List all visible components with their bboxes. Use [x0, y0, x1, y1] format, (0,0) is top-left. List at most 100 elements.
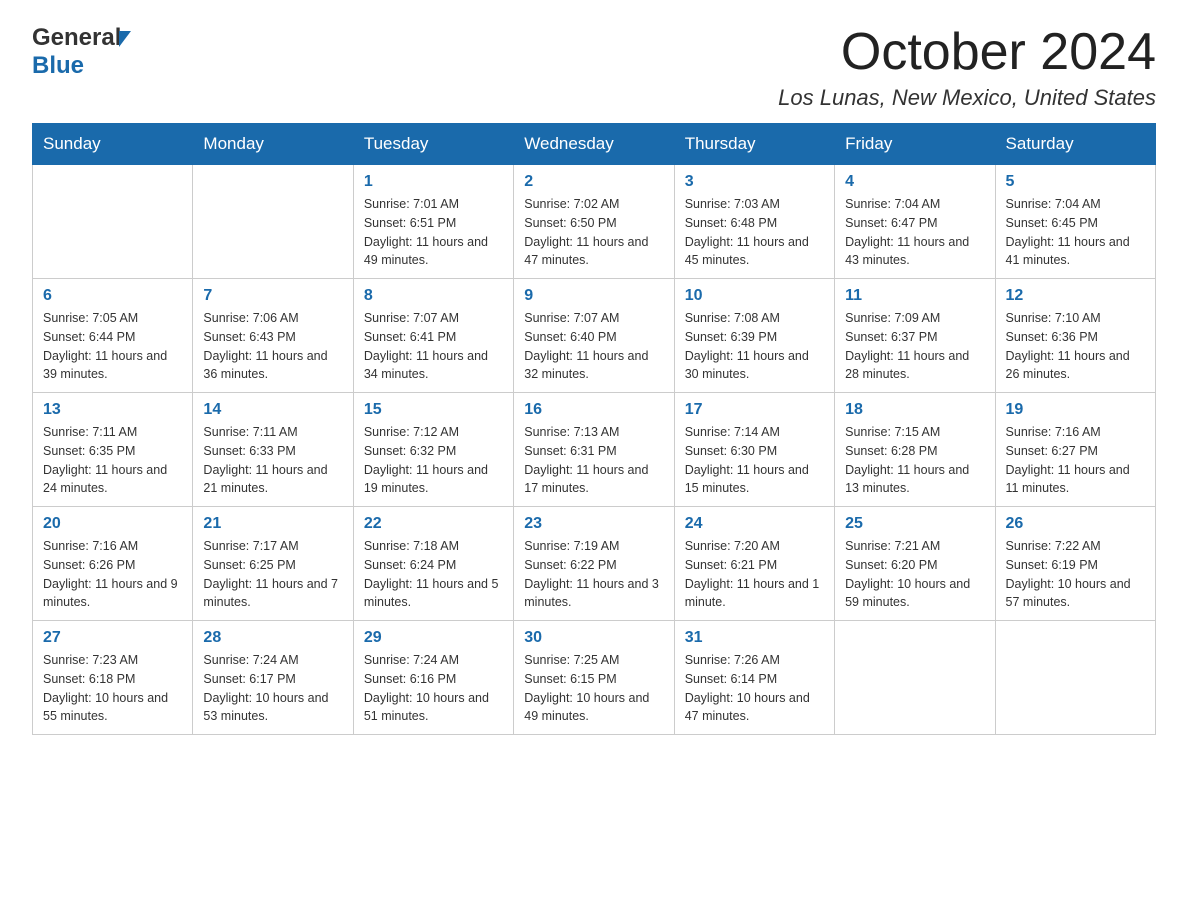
day-number: 9	[524, 287, 663, 305]
col-monday: Monday	[193, 124, 353, 165]
day-info: Sunrise: 7:15 AM Sunset: 6:28 PM Dayligh…	[845, 423, 984, 498]
day-number: 10	[685, 287, 824, 305]
day-number: 20	[43, 515, 182, 533]
day-number: 30	[524, 629, 663, 647]
calendar-cell: 16 Sunrise: 7:13 AM Sunset: 6:31 PM Dayli…	[514, 393, 674, 507]
day-info: Sunrise: 7:26 AM Sunset: 6:14 PM Dayligh…	[685, 651, 824, 726]
day-number: 16	[524, 401, 663, 419]
day-info: Sunrise: 7:23 AM Sunset: 6:18 PM Dayligh…	[43, 651, 182, 726]
calendar-cell: 1 Sunrise: 7:01 AM Sunset: 6:51 PM Daylig…	[353, 165, 513, 279]
logo-blue-text: Blue	[32, 52, 84, 79]
calendar-cell: 5 Sunrise: 7:04 AM Sunset: 6:45 PM Daylig…	[995, 165, 1155, 279]
day-info: Sunrise: 7:16 AM Sunset: 6:27 PM Dayligh…	[1006, 423, 1145, 498]
calendar-cell: 6 Sunrise: 7:05 AM Sunset: 6:44 PM Daylig…	[33, 279, 193, 393]
day-number: 21	[203, 515, 342, 533]
calendar-cell: 14Sunrise: 7:11 AM Sunset: 6:33 PM Dayli…	[193, 393, 353, 507]
calendar-cell: 27 Sunrise: 7:23 AM Sunset: 6:18 PM Dayli…	[33, 621, 193, 735]
day-number: 26	[1006, 515, 1145, 533]
calendar-cell	[33, 165, 193, 279]
calendar-week-row-1: 1 Sunrise: 7:01 AM Sunset: 6:51 PM Daylig…	[33, 165, 1156, 279]
day-number: 7	[203, 287, 342, 305]
calendar-cell: 24Sunrise: 7:20 AM Sunset: 6:21 PM Dayli…	[674, 507, 834, 621]
day-number: 6	[43, 287, 182, 305]
day-number: 12	[1006, 287, 1145, 305]
day-number: 2	[524, 173, 663, 191]
day-info: Sunrise: 7:24 AM Sunset: 6:17 PM Dayligh…	[203, 651, 342, 726]
day-number: 3	[685, 173, 824, 191]
calendar-cell: 29 Sunrise: 7:24 AM Sunset: 6:16 PM Dayli…	[353, 621, 513, 735]
calendar-cell: 15Sunrise: 7:12 AM Sunset: 6:32 PM Dayli…	[353, 393, 513, 507]
calendar-cell: 12 Sunrise: 7:10 AM Sunset: 6:36 PM Dayli…	[995, 279, 1155, 393]
day-info: Sunrise: 7:14 AM Sunset: 6:30 PM Dayligh…	[685, 423, 824, 498]
calendar-cell: 19 Sunrise: 7:16 AM Sunset: 6:27 PM Dayli…	[995, 393, 1155, 507]
calendar-cell: 7 Sunrise: 7:06 AM Sunset: 6:43 PM Daylig…	[193, 279, 353, 393]
day-info: Sunrise: 7:08 AM Sunset: 6:39 PM Dayligh…	[685, 309, 824, 384]
day-info: Sunrise: 7:13 AM Sunset: 6:31 PM Dayligh…	[524, 423, 663, 498]
calendar-cell	[835, 621, 995, 735]
day-info: Sunrise: 7:04 AM Sunset: 6:45 PM Dayligh…	[1006, 195, 1145, 270]
day-info: Sunrise: 7:02 AM Sunset: 6:50 PM Dayligh…	[524, 195, 663, 270]
day-info: Sunrise: 7:20 AM Sunset: 6:21 PM Dayligh…	[685, 537, 824, 612]
calendar-cell: 31 Sunrise: 7:26 AM Sunset: 6:14 PM Dayli…	[674, 621, 834, 735]
day-number: 31	[685, 629, 824, 647]
day-number: 15	[364, 401, 503, 419]
day-info: Sunrise: 7:24 AM Sunset: 6:16 PM Dayligh…	[364, 651, 503, 726]
calendar-week-row-5: 27 Sunrise: 7:23 AM Sunset: 6:18 PM Dayli…	[33, 621, 1156, 735]
calendar-cell: 22Sunrise: 7:18 AM Sunset: 6:24 PM Dayli…	[353, 507, 513, 621]
calendar-cell: 25 Sunrise: 7:21 AM Sunset: 6:20 PM Dayli…	[835, 507, 995, 621]
calendar-week-row-3: 13Sunrise: 7:11 AM Sunset: 6:35 PM Dayli…	[33, 393, 1156, 507]
calendar-header-row: Sunday Monday Tuesday Wednesday Thursday…	[33, 124, 1156, 165]
day-info: Sunrise: 7:11 AM Sunset: 6:33 PM Dayligh…	[203, 423, 342, 498]
location-title: Los Lunas, New Mexico, United States	[778, 85, 1156, 111]
day-info: Sunrise: 7:07 AM Sunset: 6:41 PM Dayligh…	[364, 309, 503, 384]
calendar-cell: 3 Sunrise: 7:03 AM Sunset: 6:48 PM Daylig…	[674, 165, 834, 279]
day-info: Sunrise: 7:10 AM Sunset: 6:36 PM Dayligh…	[1006, 309, 1145, 384]
day-info: Sunrise: 7:09 AM Sunset: 6:37 PM Dayligh…	[845, 309, 984, 384]
calendar-table: Sunday Monday Tuesday Wednesday Thursday…	[32, 123, 1156, 735]
day-number: 17	[685, 401, 824, 419]
day-info: Sunrise: 7:04 AM Sunset: 6:47 PM Dayligh…	[845, 195, 984, 270]
calendar-cell: 13Sunrise: 7:11 AM Sunset: 6:35 PM Dayli…	[33, 393, 193, 507]
calendar-cell: 21 Sunrise: 7:17 AM Sunset: 6:25 PM Dayli…	[193, 507, 353, 621]
day-info: Sunrise: 7:25 AM Sunset: 6:15 PM Dayligh…	[524, 651, 663, 726]
logo: General Blue	[32, 24, 131, 80]
title-area: October 2024 Los Lunas, New Mexico, Unit…	[778, 24, 1156, 111]
day-info: Sunrise: 7:17 AM Sunset: 6:25 PM Dayligh…	[203, 537, 342, 612]
col-saturday: Saturday	[995, 124, 1155, 165]
day-number: 28	[203, 629, 342, 647]
day-number: 13	[43, 401, 182, 419]
day-info: Sunrise: 7:01 AM Sunset: 6:51 PM Dayligh…	[364, 195, 503, 270]
col-wednesday: Wednesday	[514, 124, 674, 165]
day-info: Sunrise: 7:05 AM Sunset: 6:44 PM Dayligh…	[43, 309, 182, 384]
calendar-cell	[193, 165, 353, 279]
calendar-cell: 11Sunrise: 7:09 AM Sunset: 6:37 PM Dayli…	[835, 279, 995, 393]
day-number: 25	[845, 515, 984, 533]
calendar-cell: 26 Sunrise: 7:22 AM Sunset: 6:19 PM Dayli…	[995, 507, 1155, 621]
day-info: Sunrise: 7:03 AM Sunset: 6:48 PM Dayligh…	[685, 195, 824, 270]
calendar-cell: 23Sunrise: 7:19 AM Sunset: 6:22 PM Dayli…	[514, 507, 674, 621]
day-number: 1	[364, 173, 503, 191]
calendar-cell: 20Sunrise: 7:16 AM Sunset: 6:26 PM Dayli…	[33, 507, 193, 621]
calendar-cell: 18Sunrise: 7:15 AM Sunset: 6:28 PM Dayli…	[835, 393, 995, 507]
day-number: 27	[43, 629, 182, 647]
day-number: 5	[1006, 173, 1145, 191]
day-info: Sunrise: 7:06 AM Sunset: 6:43 PM Dayligh…	[203, 309, 342, 384]
calendar-cell: 17 Sunrise: 7:14 AM Sunset: 6:30 PM Dayli…	[674, 393, 834, 507]
calendar-week-row-4: 20Sunrise: 7:16 AM Sunset: 6:26 PM Dayli…	[33, 507, 1156, 621]
day-number: 29	[364, 629, 503, 647]
calendar-cell: 2 Sunrise: 7:02 AM Sunset: 6:50 PM Daylig…	[514, 165, 674, 279]
calendar-cell: 30 Sunrise: 7:25 AM Sunset: 6:15 PM Dayli…	[514, 621, 674, 735]
col-tuesday: Tuesday	[353, 124, 513, 165]
day-info: Sunrise: 7:21 AM Sunset: 6:20 PM Dayligh…	[845, 537, 984, 612]
col-friday: Friday	[835, 124, 995, 165]
day-number: 22	[364, 515, 503, 533]
calendar-cell: 4Sunrise: 7:04 AM Sunset: 6:47 PM Daylig…	[835, 165, 995, 279]
col-sunday: Sunday	[33, 124, 193, 165]
day-info: Sunrise: 7:22 AM Sunset: 6:19 PM Dayligh…	[1006, 537, 1145, 612]
calendar-cell: 9Sunrise: 7:07 AM Sunset: 6:40 PM Daylig…	[514, 279, 674, 393]
month-title: October 2024	[778, 24, 1156, 81]
day-number: 19	[1006, 401, 1145, 419]
calendar-cell: 28 Sunrise: 7:24 AM Sunset: 6:17 PM Dayli…	[193, 621, 353, 735]
day-number: 8	[364, 287, 503, 305]
calendar-cell: 8 Sunrise: 7:07 AM Sunset: 6:41 PM Daylig…	[353, 279, 513, 393]
